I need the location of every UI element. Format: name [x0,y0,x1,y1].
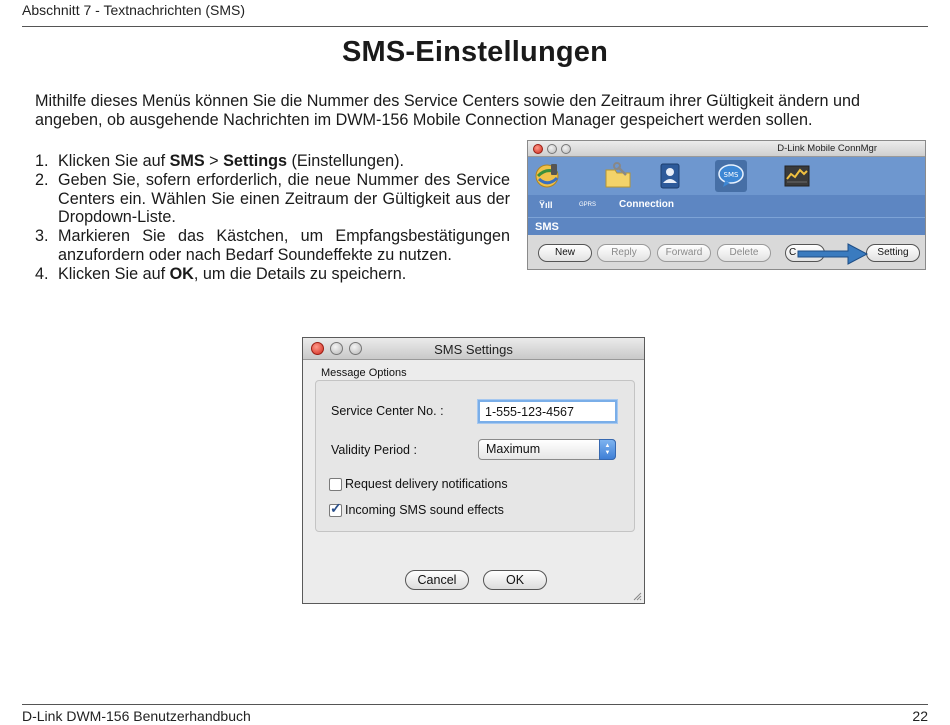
statistics-icon[interactable] [781,160,813,192]
step-number: 1. [35,152,49,170]
select-arrows-icon: ▲ ▼ [599,439,616,460]
step-bold: Settings [223,152,287,170]
step-number: 3. [35,227,49,246]
connect-globe-icon[interactable] [532,160,564,192]
step-text: (Einstellungen). [286,152,404,170]
intro-paragraph: Mithilfe dieses Menüs können Sie die Num… [35,92,861,129]
connmgr-status-bar: Ÿıll GPRS Connection [528,195,925,217]
step-3: 3. Markieren Sie das Kästchen, um Empfang… [35,227,510,265]
step-text: , um die Details zu speichern. [193,264,407,283]
sms-section-bar: SMS [528,217,925,235]
step-number: 2. [35,170,49,189]
setting-button[interactable]: Setting [866,244,920,262]
connmgr-titlebar: D-Link Mobile ConnMgr [528,141,925,157]
sound-effects-checkbox[interactable]: ✓ [329,500,342,517]
step-text: Klicken Sie auf [58,152,170,170]
step-text: Markieren Sie das Kästchen, um Empfangsb… [58,227,510,264]
step-2: 2. Geben Sie, sofern erforderlich, die ne… [35,171,510,227]
reply-button[interactable]: Reply [597,244,651,262]
network-type: GPRS [579,202,597,208]
validity-period-select[interactable]: Maximum ▲ ▼ [478,439,616,460]
delivery-notifications-label: Request delivery notifications [345,477,508,491]
step-number: 4. [35,264,49,283]
step-bold: OK [169,264,194,283]
window-controls [533,144,571,154]
message-options-label: Message Options [321,367,407,379]
sms-icon[interactable]: SMS [715,160,747,192]
step-text: Geben Sie, sofern erforderlich, die neue… [58,170,510,227]
connection-label: Connection [619,199,674,210]
step-bold: SMS [169,152,205,170]
close-button[interactable] [533,144,543,154]
ok-button[interactable]: OK [483,570,547,590]
page-title: SMS-Einstellungen [341,36,609,68]
minimize-button[interactable] [547,144,557,154]
delivery-notifications-checkbox[interactable] [329,478,342,491]
header-rule [22,26,928,27]
cancel-button[interactable]: Cancel [405,570,469,590]
checkmark-icon: ✓ [330,500,342,516]
step-1: 1. Klicken Sie auf SMS > Settings (Einste… [35,152,510,171]
footer-manual-title: D-Link DWM-156 Benutzerhandbuch [22,708,251,724]
connmgr-screenshot: D-Link Mobile ConnMgr SMS Ÿıll GPRS Conn… [527,140,926,270]
folder-tools-icon[interactable] [602,160,634,192]
sound-effects-label: Incoming SMS sound effects [345,503,504,517]
service-center-input[interactable]: 1-555-123-4567 [478,400,617,423]
contacts-icon[interactable] [654,160,686,192]
section-header: Abschnitt 7 - Textnachrichten (SMS) [22,2,246,18]
sms-settings-dialog: SMS Settings Message Options Service Cen… [302,337,645,604]
connmgr-window-title: D-Link Mobile ConnMgr [777,143,877,154]
step-text: Klicken Sie auf [58,264,170,283]
validity-period-label: Validity Period : [331,443,417,457]
validity-period-value: Maximum [486,442,541,456]
forward-button[interactable]: Forward [657,244,711,262]
service-center-label: Service Center No. : [331,404,444,418]
connmgr-toolbar: SMS [528,157,925,195]
zoom-button[interactable] [561,144,571,154]
delete-button[interactable]: Delete [717,244,771,262]
steps-list: 1. Klicken Sie auf SMS > Settings (Einste… [35,152,510,284]
sms-icon-text: SMS [724,171,739,179]
dialog-title: SMS Settings [434,342,513,357]
footer-rule [22,704,928,705]
resize-grip-icon[interactable] [632,591,642,601]
sms-section-label: SMS [535,221,559,233]
signal-icon: Ÿıll [539,200,553,210]
step-4: 4. Klicken Sie auf OK, um die Details zu … [35,265,510,284]
page-number: 22 [912,708,928,724]
pointer-arrow-icon [797,243,869,265]
new-button[interactable]: New [538,244,592,262]
step-text: > [204,152,224,170]
dialog-titlebar: SMS Settings [303,338,644,360]
